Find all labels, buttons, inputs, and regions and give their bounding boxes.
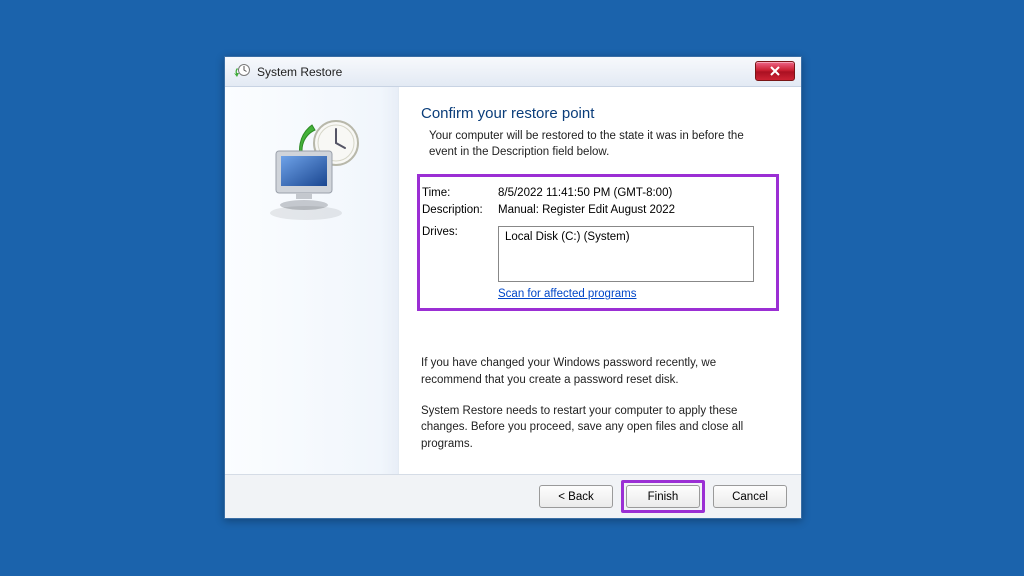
window-title: System Restore bbox=[257, 65, 342, 79]
content-area: Confirm your restore point Your computer… bbox=[225, 87, 801, 474]
scan-affected-programs-link[interactable]: Scan for affected programs bbox=[498, 288, 637, 300]
drives-row: Drives: Local Disk (C:) (System) bbox=[422, 226, 766, 282]
time-value: 8/5/2022 11:41:50 PM (GMT-8:00) bbox=[498, 187, 672, 199]
drives-list: Local Disk (C:) (System) bbox=[498, 226, 754, 282]
restart-note: System Restore needs to restart your com… bbox=[421, 403, 779, 453]
close-icon bbox=[769, 66, 781, 76]
main-panel: Confirm your restore point Your computer… bbox=[399, 87, 801, 474]
drive-item: Local Disk (C:) (System) bbox=[505, 231, 630, 243]
restore-graphic-icon bbox=[252, 115, 372, 225]
cancel-button[interactable]: Cancel bbox=[713, 485, 787, 508]
footer-buttons: < Back Finish Cancel bbox=[225, 474, 801, 518]
page-heading: Confirm your restore point bbox=[421, 105, 779, 122]
drives-label: Drives: bbox=[422, 226, 498, 282]
finish-highlight: Finish bbox=[621, 480, 705, 513]
system-restore-window: System Restore bbox=[224, 56, 802, 519]
restore-point-details: Time: 8/5/2022 11:41:50 PM (GMT-8:00) De… bbox=[417, 174, 779, 311]
time-row: Time: 8/5/2022 11:41:50 PM (GMT-8:00) bbox=[422, 187, 766, 199]
titlebar: System Restore bbox=[225, 57, 801, 87]
page-subtext: Your computer will be restored to the st… bbox=[421, 128, 771, 160]
close-button[interactable] bbox=[755, 61, 795, 81]
description-label: Description: bbox=[422, 204, 498, 216]
back-button[interactable]: < Back bbox=[539, 485, 613, 508]
description-value: Manual: Register Edit August 2022 bbox=[498, 204, 675, 216]
password-note: If you have changed your Windows passwor… bbox=[421, 355, 779, 388]
sidebar bbox=[225, 87, 399, 474]
time-label: Time: bbox=[422, 187, 498, 199]
description-row: Description: Manual: Register Edit Augus… bbox=[422, 204, 766, 216]
finish-button[interactable]: Finish bbox=[626, 485, 700, 508]
system-restore-icon bbox=[233, 63, 251, 81]
